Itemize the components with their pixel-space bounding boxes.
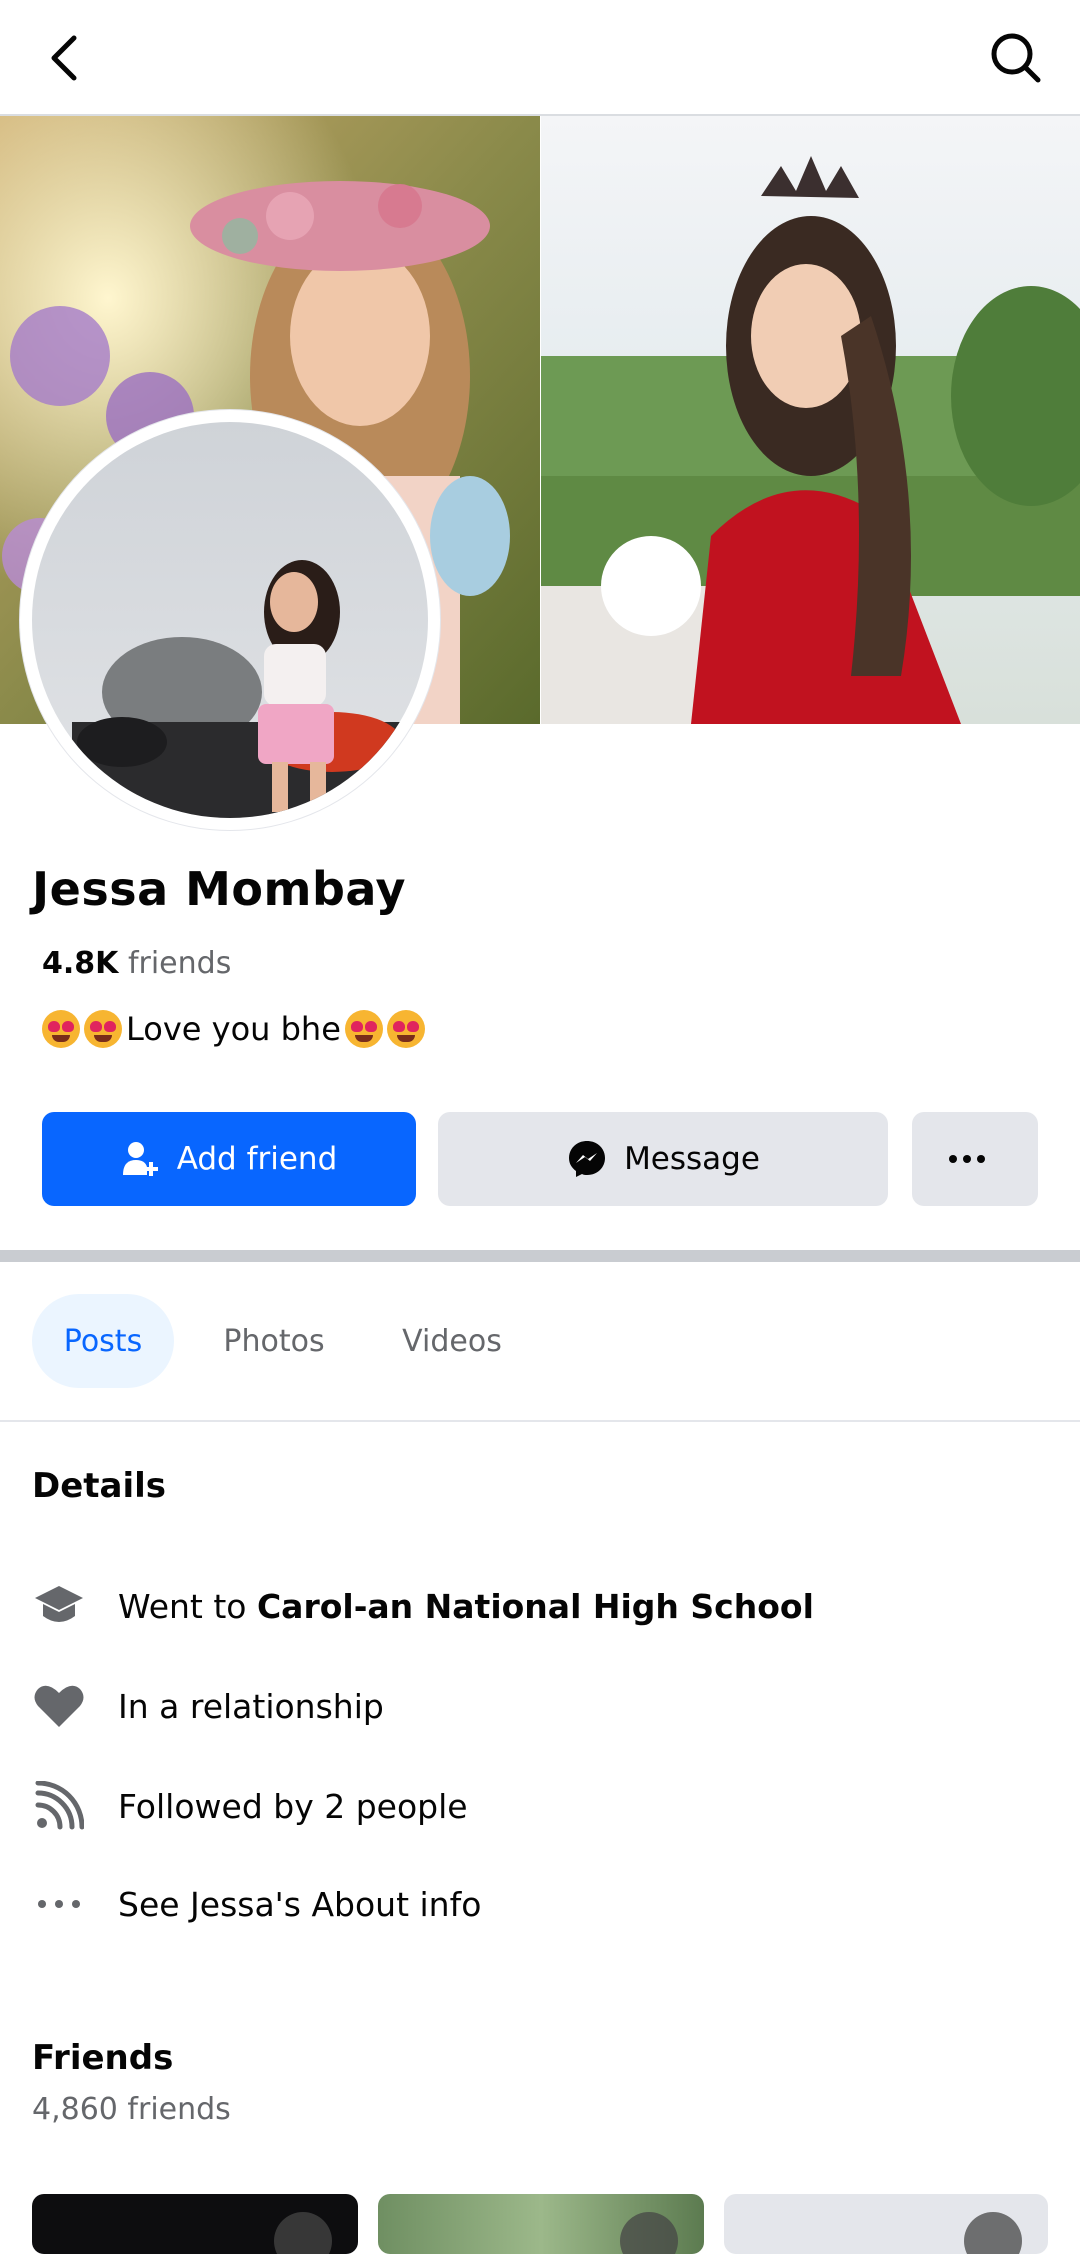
- search-icon[interactable]: [986, 28, 1046, 88]
- messenger-icon: [569, 1141, 606, 1177]
- detail-school[interactable]: Went to Carol-an National High School: [32, 1576, 1048, 1636]
- see-about-info-link[interactable]: See Jessa's About info: [32, 1874, 1048, 1934]
- followers-text: Followed by 2 people: [118, 1786, 468, 1826]
- graduation-cap-icon: [32, 1579, 86, 1633]
- friends-count[interactable]: 4.8K friends: [42, 946, 231, 981]
- message-label: Message: [624, 1141, 760, 1177]
- friends-count-label: friends: [127, 946, 232, 981]
- friend-thumbnail[interactable]: [32, 2194, 358, 2254]
- profile-name: Jessa Mombay: [32, 862, 406, 916]
- friend-thumbnail-overlay: [274, 2212, 332, 2254]
- ellipsis-icon: [949, 1155, 985, 1163]
- profile-bio: Love you bhe: [42, 1010, 429, 1048]
- friend-thumbnail-overlay: [620, 2212, 678, 2254]
- heart-icon: [32, 1679, 86, 1733]
- about-info-text: See Jessa's About info: [118, 1884, 482, 1924]
- rss-icon: [32, 1779, 86, 1833]
- friend-thumbnail[interactable]: [378, 2194, 704, 2254]
- school-name[interactable]: Carol-an National High School: [257, 1587, 814, 1626]
- heart-eyes-emoji-icon: [386, 1010, 425, 1048]
- add-friend-button[interactable]: Add friend: [42, 1112, 416, 1206]
- friend-thumbnail-overlay: [964, 2212, 1022, 2254]
- add-friend-label: Add friend: [176, 1141, 338, 1177]
- cover-photo-right: [541, 116, 1080, 724]
- school-prefix: Went to: [118, 1586, 257, 1626]
- relationship-text: In a relationship: [118, 1686, 384, 1726]
- ellipsis-icon: [32, 1877, 86, 1931]
- friends-count-value: 4.8K: [42, 946, 119, 981]
- heart-eyes-emoji-icon: [84, 1010, 122, 1048]
- heart-eyes-emoji-icon: [344, 1010, 383, 1048]
- heart-eyes-emoji-icon: [42, 1010, 80, 1048]
- tab-posts[interactable]: Posts: [32, 1294, 174, 1388]
- top-bar: [0, 0, 1080, 116]
- more-options-button[interactable]: [912, 1112, 1038, 1206]
- tab-photos[interactable]: Photos: [206, 1294, 342, 1388]
- back-icon[interactable]: [36, 28, 96, 88]
- add-person-icon: [122, 1142, 158, 1176]
- bio-text: Love you bhe: [126, 1010, 341, 1048]
- tabs-divider: [0, 1420, 1080, 1422]
- section-divider: [0, 1250, 1080, 1262]
- friends-title: Friends: [32, 2038, 174, 2078]
- profile-avatar[interactable]: [32, 422, 428, 818]
- detail-followers[interactable]: Followed by 2 people: [32, 1776, 1048, 1836]
- detail-relationship: In a relationship: [32, 1676, 1048, 1736]
- details-title: Details: [32, 1466, 167, 1506]
- friends-total: 4,860 friends: [32, 2092, 231, 2127]
- friend-thumbnail[interactable]: [724, 2194, 1048, 2254]
- message-button[interactable]: Message: [438, 1112, 888, 1206]
- tab-videos[interactable]: Videos: [384, 1294, 520, 1388]
